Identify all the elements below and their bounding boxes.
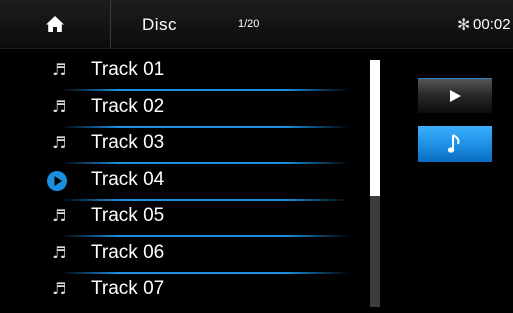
music-note-icon: ♬ — [52, 242, 67, 262]
track-label: Track 03 — [91, 132, 165, 153]
track-row[interactable]: ♬ Track 07 — [0, 274, 370, 311]
track-label: Track 05 — [91, 205, 165, 226]
track-label: Track 06 — [91, 241, 165, 263]
top-bar: Disc 1/20 ✻ 00:02 — [0, 0, 513, 49]
music-note-icon: ♬ — [52, 96, 67, 116]
source-label: Disc — [142, 15, 178, 34]
track-row[interactable]: ♬ Track 02 — [0, 92, 370, 129]
bluetooth-icon: ✻ — [457, 15, 471, 34]
track-row[interactable]: ♬ Track 05 — [0, 201, 370, 238]
play-circle-icon — [47, 170, 67, 191]
music-note-icon: ♬ — [52, 60, 67, 79]
play-button[interactable] — [418, 78, 492, 113]
music-note-icon: ♬ — [52, 133, 67, 152]
track-row-playing[interactable]: Track 04 — [0, 165, 370, 202]
track-row[interactable]: ♬ Track 03 — [0, 128, 370, 165]
scrollbar[interactable] — [370, 60, 380, 307]
track-row[interactable]: ♬ Track 01 — [0, 55, 370, 92]
track-label: Track 04 — [91, 168, 165, 190]
scrollbar-thumb[interactable] — [370, 60, 380, 196]
track-label: Track 01 — [91, 59, 165, 80]
music-note-icon — [447, 134, 460, 153]
home-icon — [46, 16, 64, 32]
music-mode-button[interactable] — [418, 126, 492, 162]
music-note-icon: ♬ — [52, 206, 67, 225]
track-label: Track 02 — [91, 95, 165, 117]
music-note-icon: ♬ — [52, 279, 67, 298]
home-button[interactable] — [0, 0, 111, 48]
clock: 00:02 — [473, 16, 511, 33]
track-counter: 1/20 — [238, 18, 260, 30]
track-list: ♬ Track 01 ♬ Track 02 ♬ Track 03 Track 0… — [0, 55, 370, 311]
play-icon — [450, 90, 461, 102]
track-label: Track 07 — [91, 278, 165, 299]
track-row[interactable]: ♬ Track 06 — [0, 238, 370, 275]
